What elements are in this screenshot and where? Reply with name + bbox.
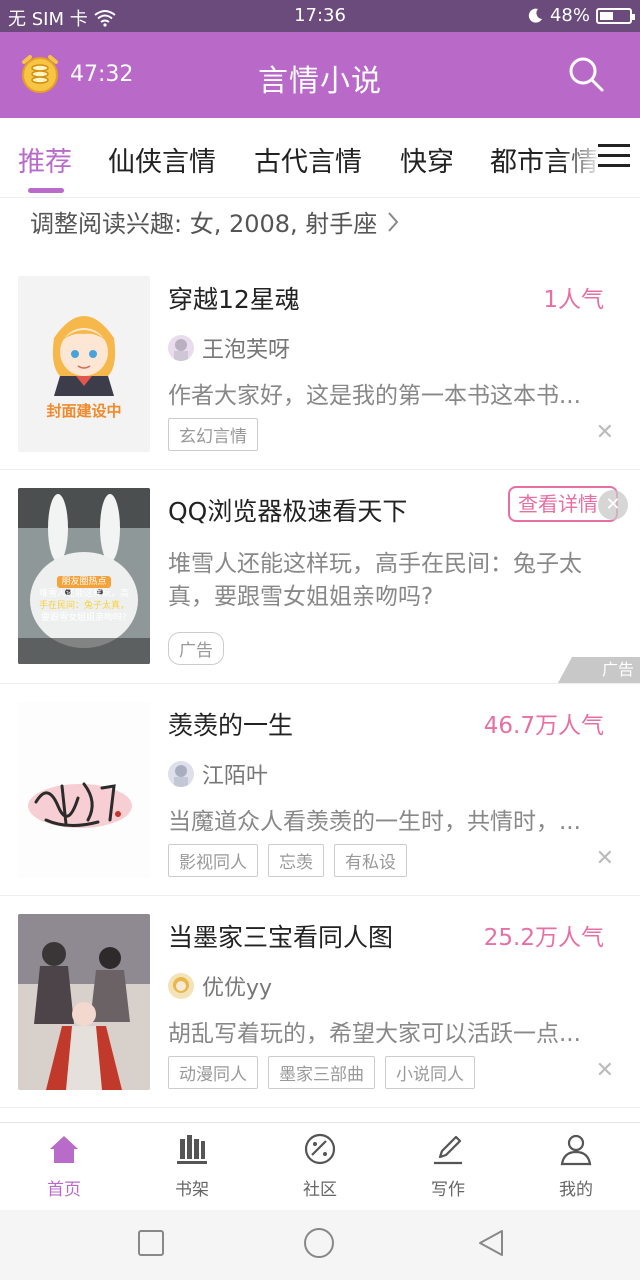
ad-title[interactable]: QQ浏览器极速看天下: [168, 492, 407, 528]
close-icon[interactable]: ✕: [596, 420, 614, 445]
book-card[interactable]: 羡羡的一生 46.7万人气 江陌叶 当魔道众人看羡羡的一生时，共情时，... 影…: [0, 684, 640, 896]
battery-percent: 48%: [549, 5, 590, 26]
tag[interactable]: 忘羡: [268, 844, 324, 877]
ad-image-caption-2: 堆雪人还能这样玩，高: [38, 589, 129, 599]
home-button-icon[interactable]: [302, 1228, 336, 1262]
calligraphy-cover-image: [28, 782, 132, 828]
profile-icon: [560, 1134, 592, 1166]
author[interactable]: 优优yy: [168, 970, 272, 1002]
tag[interactable]: 动漫同人: [168, 1056, 258, 1089]
ad-description: 堆雪人还能这样玩，高手在民间：兔子太真，要跟雪女姐姐亲吻吗?: [168, 551, 582, 610]
book-description: 当魔道众人看羡羡的一生时，共情时，...: [168, 809, 581, 835]
close-icon[interactable]: ✕: [596, 846, 614, 871]
ad-corner-label: 广告: [601, 660, 634, 679]
tab-fade: [562, 118, 602, 197]
cover-text: 封面建设中: [46, 402, 122, 420]
tab-xianxia[interactable]: 仙侠言情: [108, 140, 216, 179]
nav-home[interactable]: 首页: [24, 1131, 104, 1200]
tag[interactable]: 墨家三部曲: [268, 1056, 375, 1089]
book-cover: [18, 702, 150, 878]
interest-settings[interactable]: 调整阅读兴趣: 女, 2008, 射手座: [30, 204, 399, 239]
ad-close-icon[interactable]: ✕: [598, 490, 628, 520]
ad-image-caption-3: 手在民间：兔子太真，: [38, 601, 129, 611]
book-card[interactable]: 封面建设中 穿越12星魂 1人气 王泡芙呀 作者大家好，这是我的第一本书这本书.…: [0, 258, 640, 470]
nav-community[interactable]: 社区: [280, 1131, 360, 1200]
author-name: 王泡芙呀: [202, 338, 291, 363]
author[interactable]: 王泡芙呀: [168, 332, 290, 364]
book-title[interactable]: 羡羡的一生: [168, 706, 293, 742]
status-bar: 无 SIM 卡 17:36 48%: [0, 0, 640, 32]
author[interactable]: 江陌叶: [168, 758, 268, 790]
book-title[interactable]: 当墨家三宝看同人图: [168, 918, 393, 954]
avatar-figure-icon: [174, 765, 188, 787]
system-navigation-bar: [0, 1210, 640, 1280]
nav-write[interactable]: 写作: [408, 1131, 488, 1200]
book-card[interactable]: 当墨家三宝看同人图 25.2万人气 优优yy 胡乱写着玩的，希望大家可以活跃一点…: [0, 896, 640, 1108]
book-description: 作者大家好，这是我的第一本书这本书...: [168, 383, 581, 409]
book-cover: [18, 914, 150, 1090]
bookshelf-icon: [177, 1135, 207, 1164]
avatar: [168, 335, 194, 361]
ad-image-text: 朋友圈热点 堆雪人还能这样玩，高 手在民间：兔子太真， 要跟雪女姐姐亲吻吗?: [24, 576, 144, 624]
avatar: [168, 973, 194, 999]
ad-image-caption-4: 要跟雪女姐姐亲吻吗?: [41, 613, 127, 623]
cover-placeholder-illustration: [52, 316, 116, 396]
avatar: [168, 761, 194, 787]
ad-card[interactable]: 朋友圈热点 堆雪人还能这样玩，高 手在民间：兔子太真， 要跟雪女姐姐亲吻吗? Q…: [0, 470, 640, 684]
book-description: 胡乱写着玩的，希望大家可以活跃一点...: [168, 1021, 581, 1047]
nav-bookshelf[interactable]: 书架: [152, 1131, 232, 1200]
book-cover: 封面建设中: [18, 276, 150, 452]
moon-icon: [528, 8, 542, 23]
chevron-right-icon: [388, 211, 399, 232]
nav-label: 我的: [559, 1180, 593, 1200]
write-icon: [434, 1135, 462, 1165]
page-title: 言情小说: [258, 64, 382, 99]
book-tags: 动漫同人 墨家三部曲 小说同人: [168, 1056, 475, 1089]
nav-label: 书架: [175, 1180, 209, 1200]
popularity: 25.2万人气: [483, 925, 604, 951]
nav-profile[interactable]: 我的: [536, 1131, 616, 1200]
battery-icon: [596, 7, 635, 24]
app-header: 47:32 言情小说: [0, 32, 640, 118]
category-tabs: 推荐 仙侠言情 古代言情 快穿 都市言情: [0, 118, 640, 198]
nav-label: 首页: [47, 1180, 81, 1200]
back-icon[interactable]: [476, 1228, 506, 1258]
tab-recommend[interactable]: 推荐: [18, 140, 72, 179]
nav-label: 写作: [431, 1180, 465, 1200]
popularity: 1人气: [543, 287, 604, 313]
author-name: 优优yy: [202, 976, 273, 1001]
tag[interactable]: 有私设: [334, 844, 407, 877]
close-icon[interactable]: ✕: [596, 1058, 614, 1083]
book-title[interactable]: 穿越12星魂: [168, 280, 300, 316]
ad-corner-badge: 广告: [558, 657, 640, 683]
tab-ancient[interactable]: 古代言情: [254, 140, 362, 179]
tag[interactable]: 影视同人: [168, 844, 258, 877]
search-icon[interactable]: [566, 54, 606, 94]
avatar-figure-icon: [174, 339, 188, 361]
book-tags: 影视同人 忘羡 有私设: [168, 844, 407, 877]
nav-label: 社区: [303, 1180, 337, 1200]
active-tab-indicator: [28, 188, 64, 193]
battery-fill: [600, 11, 613, 20]
book-tags: 玄幻言情: [168, 418, 258, 451]
ad-tag: 广告: [168, 632, 224, 665]
home-icon: [50, 1136, 78, 1163]
recent-apps-icon[interactable]: [136, 1228, 166, 1258]
tag[interactable]: 玄幻言情: [168, 418, 258, 451]
anime-art-cover-image: [18, 914, 150, 1090]
menu-icon[interactable]: [598, 144, 630, 172]
ad-image: 朋友圈热点 堆雪人还能这样玩，高 手在民间：兔子太真， 要跟雪女姐姐亲吻吗?: [18, 488, 150, 664]
popularity: 46.7万人气: [483, 713, 604, 739]
tab-quick-travel[interactable]: 快穿: [400, 140, 454, 179]
avatar-figure-icon: [173, 977, 189, 993]
tag[interactable]: 小说同人: [385, 1056, 475, 1089]
ad-image-caption-1: 朋友圈热点: [57, 576, 111, 588]
community-icon: [304, 1133, 336, 1165]
author-name: 江陌叶: [202, 764, 269, 789]
interest-text: 调整阅读兴趣: 女, 2008, 射手座: [30, 210, 378, 238]
bottom-navigation: 首页 书架 社区 写作 我的: [0, 1122, 640, 1210]
